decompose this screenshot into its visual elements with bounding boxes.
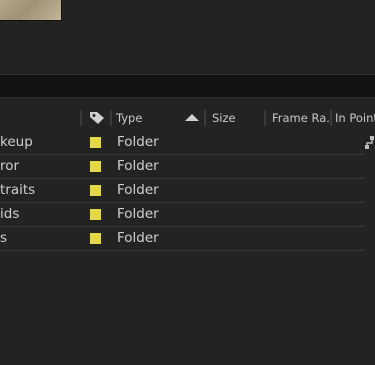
list-item[interactable]: traits Folder: [0, 179, 365, 203]
item-type: Folder: [117, 182, 159, 198]
label-color-swatch[interactable]: [90, 161, 101, 172]
list-item[interactable]: ror Folder: [0, 155, 365, 179]
item-name: s: [0, 230, 8, 246]
item-type: Folder: [117, 158, 159, 174]
preview-area: [0, 0, 375, 73]
column-header-row: Type Size Frame Ra... In Point: [0, 107, 375, 129]
item-type: Folder: [117, 134, 159, 150]
size-column-header[interactable]: Size: [212, 107, 236, 129]
list-item[interactable]: ids Folder: [0, 203, 365, 227]
item-name: keup: [0, 134, 33, 150]
item-name: ror: [0, 158, 20, 174]
project-panel: Type Size Frame Ra... In Point keup Fold…: [0, 0, 375, 365]
label-color-swatch[interactable]: [90, 137, 101, 148]
item-type: Folder: [117, 206, 159, 222]
column-divider[interactable]: [330, 110, 332, 126]
column-divider[interactable]: [264, 110, 266, 126]
type-column-header[interactable]: Type: [116, 107, 142, 129]
search-input[interactable]: [0, 74, 375, 98]
label-color-swatch[interactable]: [90, 185, 101, 196]
list-item[interactable]: keup Folder: [0, 131, 365, 155]
frame-rate-column-header[interactable]: Frame Ra...: [272, 107, 330, 129]
project-items-list: keup Folder ror Folder traits Folder ids…: [0, 131, 375, 251]
label-color-swatch[interactable]: [90, 233, 101, 244]
column-divider[interactable]: [80, 110, 82, 126]
footage-thumbnail: [0, 0, 62, 21]
item-type: Folder: [117, 230, 159, 246]
item-name: traits: [0, 182, 36, 198]
list-item[interactable]: s Folder: [0, 227, 365, 251]
sort-ascending-icon[interactable]: [185, 114, 199, 121]
item-name: ids: [0, 206, 20, 222]
label-color-swatch[interactable]: [90, 209, 101, 220]
column-divider[interactable]: [110, 110, 112, 126]
column-divider[interactable]: [204, 110, 206, 126]
tag-icon[interactable]: [88, 111, 106, 125]
in-point-column-header[interactable]: In Point: [335, 107, 375, 129]
